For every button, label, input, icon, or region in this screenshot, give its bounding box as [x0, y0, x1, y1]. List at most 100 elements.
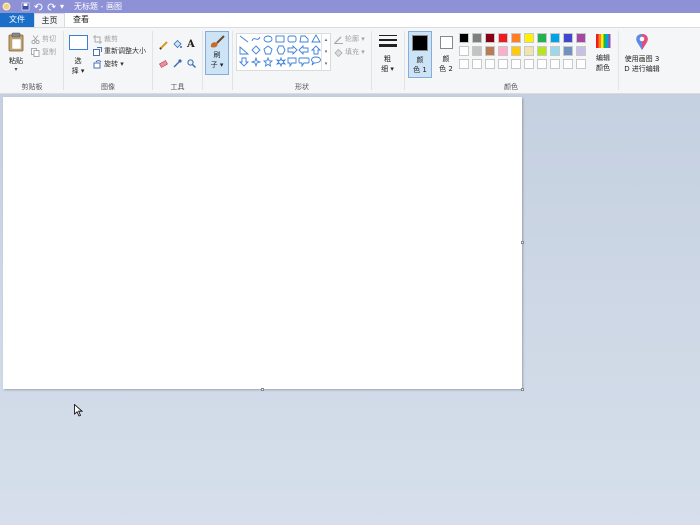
paste-button[interactable]: 粘贴 ▾	[4, 31, 28, 77]
rounded-rectangle-shape-icon[interactable]	[287, 35, 297, 43]
image-group-label: 图像	[101, 83, 115, 91]
hexagon-shape-icon[interactable]	[276, 45, 286, 55]
ribbon: 粘贴 ▾ 剪切 复制 剪贴板 选 择 ▾ 裁剪 重新调整大小 旋转 ▾ 图像 A…	[0, 28, 700, 94]
tab-home[interactable]: 主页	[34, 13, 65, 27]
right-triangle-shape-icon[interactable]	[239, 46, 250, 55]
palette-swatch[interactable]	[563, 46, 573, 56]
resize-button[interactable]: 重新调整大小	[93, 45, 146, 57]
fill-bucket-icon[interactable]	[173, 40, 182, 49]
size-label-line2: 细 ▾	[381, 65, 394, 73]
rectangle-shape-icon[interactable]	[275, 35, 285, 43]
pencil-icon[interactable]	[159, 41, 168, 50]
color-wheel-icon	[596, 34, 611, 48]
color1-button[interactable]: 颜 色 1	[408, 31, 432, 78]
group-divider	[232, 31, 233, 90]
palette-swatch[interactable]	[472, 46, 482, 56]
canvas-resize-handle-corner[interactable]	[521, 388, 524, 391]
palette-swatch[interactable]	[537, 46, 547, 56]
palette-swatch[interactable]	[485, 33, 495, 43]
custom-color-slot[interactable]	[537, 59, 547, 69]
group-divider	[63, 31, 64, 90]
save-icon[interactable]	[20, 1, 30, 12]
palette-swatch[interactable]	[524, 33, 534, 43]
curve-shape-icon[interactable]	[251, 36, 261, 42]
paint3d-label-line1: 使用画图 3	[624, 55, 660, 63]
line-shape-icon[interactable]	[239, 35, 249, 43]
custom-color-slot[interactable]	[511, 59, 521, 69]
custom-color-slot[interactable]	[563, 59, 573, 69]
palette-swatch[interactable]	[459, 33, 469, 43]
color2-button[interactable]: 颜 色 2	[435, 31, 457, 78]
tab-view[interactable]: 查看	[66, 13, 96, 27]
size-label-line1: 粗	[384, 55, 391, 63]
undo-icon[interactable]	[33, 1, 43, 12]
four-point-star-shape-icon[interactable]	[250, 56, 262, 68]
crop-icon	[93, 34, 102, 44]
palette-swatch[interactable]	[550, 33, 560, 43]
edit-colors-button[interactable]: 编辑 颜色	[592, 32, 614, 76]
text-tool-icon[interactable]: A	[187, 39, 195, 50]
pentagon-shape-icon[interactable]	[263, 45, 273, 55]
fill-button[interactable]: 填充 ▾	[334, 46, 365, 58]
quick-access-customize-icon[interactable]: ▾	[58, 1, 66, 12]
group-divider	[618, 31, 619, 90]
palette-swatch[interactable]	[511, 33, 521, 43]
magnifier-icon[interactable]	[187, 59, 196, 68]
palette-swatch[interactable]	[563, 33, 573, 43]
custom-color-slot[interactable]	[485, 59, 495, 69]
mouse-cursor-icon	[74, 404, 83, 417]
crop-button[interactable]: 裁剪	[93, 33, 118, 45]
shapes-gallery-scroll[interactable]: ▴ ▾ ▾	[321, 34, 330, 70]
palette-swatch[interactable]	[576, 46, 586, 56]
palette-swatch[interactable]	[576, 33, 586, 43]
palette-swatch[interactable]	[459, 46, 469, 56]
custom-color-slot[interactable]	[576, 59, 586, 69]
custom-color-slot[interactable]	[524, 59, 534, 69]
palette-swatch[interactable]	[472, 33, 482, 43]
brushes-label-line1: 刷	[213, 51, 221, 59]
paste-dropdown-arrow[interactable]: ▾	[4, 66, 28, 73]
rectangular-callout-shape-icon[interactable]	[287, 57, 297, 68]
six-point-star-shape-icon[interactable]	[275, 56, 287, 68]
left-arrow-shape-icon[interactable]	[298, 44, 309, 56]
palette-swatch[interactable]	[498, 33, 508, 43]
size-button[interactable]: 粗 细 ▾	[374, 32, 401, 76]
polygon-shape-icon[interactable]	[299, 35, 309, 43]
palette-swatch[interactable]	[537, 33, 547, 43]
edit-with-paint3d-button[interactable]: 使用画图 3 D 进行编辑	[621, 32, 663, 76]
right-arrow-shape-icon[interactable]	[287, 44, 298, 56]
triangle-shape-icon[interactable]	[311, 34, 321, 43]
brushes-button[interactable]: 刷 子 ▾	[205, 31, 229, 75]
select-button[interactable]: 选 择 ▾	[67, 33, 89, 79]
tools-group-label: 工具	[170, 83, 185, 91]
custom-color-slot[interactable]	[550, 59, 560, 69]
palette-swatch[interactable]	[550, 46, 560, 56]
five-point-star-shape-icon[interactable]	[262, 56, 274, 67]
redo-icon[interactable]	[46, 1, 56, 12]
rotate-button[interactable]: 旋转 ▾	[93, 58, 124, 70]
custom-color-slot[interactable]	[472, 59, 482, 69]
oval-shape-icon[interactable]	[263, 35, 273, 43]
color-picker-icon[interactable]	[173, 59, 182, 68]
oval-callout-shape-icon[interactable]	[311, 56, 321, 66]
outline-button[interactable]: 轮廓 ▾	[334, 33, 365, 45]
app-icon[interactable]	[1, 1, 11, 12]
palette-swatch[interactable]	[498, 46, 508, 56]
tab-file[interactable]: 文件	[0, 13, 34, 27]
cut-button[interactable]: 剪切	[31, 33, 56, 45]
up-arrow-shape-icon[interactable]	[310, 45, 322, 55]
palette-swatch[interactable]	[511, 46, 521, 56]
custom-color-slot[interactable]	[498, 59, 508, 69]
eraser-icon[interactable]	[159, 59, 168, 68]
color1-label-line2: 色 1	[413, 66, 427, 74]
rounded-callout-shape-icon[interactable]	[298, 57, 310, 68]
copy-button[interactable]: 复制	[31, 46, 56, 58]
canvas-resize-handle-right[interactable]	[521, 241, 524, 244]
diamond-shape-icon[interactable]	[251, 45, 261, 55]
canvas-resize-handle-bottom[interactable]	[261, 388, 264, 391]
down-arrow-shape-icon[interactable]	[239, 57, 250, 67]
palette-swatch[interactable]	[524, 46, 534, 56]
drawing-canvas[interactable]	[3, 97, 522, 389]
custom-color-slot[interactable]	[459, 59, 469, 69]
palette-swatch[interactable]	[485, 46, 495, 56]
